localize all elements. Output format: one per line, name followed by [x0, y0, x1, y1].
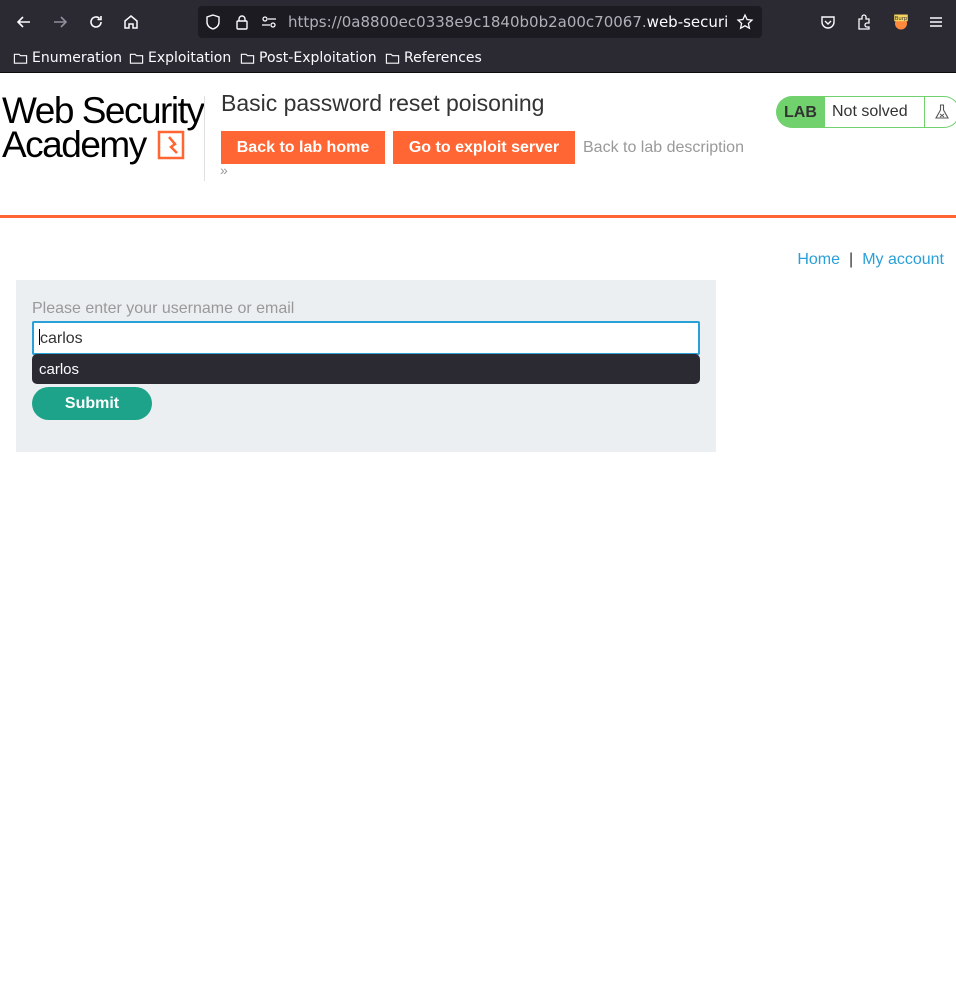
url-bar[interactable]: https://0a8800ec0338e9c1840b0b2a00c70067… [198, 6, 762, 38]
bookmark-label: Enumeration [32, 50, 122, 66]
logo-line2: Academy [2, 124, 147, 165]
folder-icon [129, 53, 144, 64]
username-label: Please enter your username or email [32, 300, 295, 317]
lightning-logo-icon [157, 130, 184, 160]
top-nav: Home | My account [797, 251, 944, 269]
back-to-lab-home-button[interactable]: Back to lab home [221, 131, 385, 164]
chevron-right-icon[interactable]: » [220, 162, 228, 178]
submit-button[interactable]: Submit [32, 387, 152, 420]
header-divider [204, 96, 205, 181]
browser-toolbar: https://0a8800ec0338e9c1840b0b2a00c70067… [0, 0, 956, 44]
menu-icon[interactable] [924, 10, 948, 34]
url-prefix: https://0a8800ec0338e9c1840b0b2a00c70067… [288, 13, 647, 31]
extensions-icon[interactable] [852, 10, 876, 34]
bookmark-label: References [404, 50, 482, 66]
folder-icon [240, 53, 255, 64]
username-input-value: carlos [40, 330, 83, 347]
burp-extension-label: Burp [895, 16, 908, 22]
nav-separator: | [849, 251, 854, 268]
bookmark-enumeration[interactable]: Enumeration [13, 49, 122, 67]
forgot-password-form: Please enter your username or email carl… [16, 280, 716, 452]
bookmark-references[interactable]: References [385, 49, 482, 67]
header-rule [0, 215, 956, 218]
bookmark-star-icon[interactable] [736, 13, 754, 31]
lab-title: Basic password reset poisoning [221, 90, 545, 116]
bookmarks-bar: Enumeration Exploitation Post-Exploitati… [0, 44, 956, 73]
web-security-academy-logo[interactable]: Web Security Academy [2, 90, 205, 166]
url-text[interactable]: https://0a8800ec0338e9c1840b0b2a00c70067… [288, 13, 728, 31]
bookmark-exploitation[interactable]: Exploitation [129, 49, 231, 67]
page: Web Security Academy Basic password rese… [0, 74, 956, 985]
username-input[interactable]: carlos [32, 321, 700, 355]
lab-label: LAB [784, 104, 817, 121]
lab-status-text: Not solved [825, 97, 924, 127]
autocomplete-option[interactable]: carlos [32, 354, 700, 384]
forward-icon[interactable] [48, 10, 72, 34]
home-icon[interactable] [119, 10, 143, 34]
bookmark-post-exploitation[interactable]: Post-Exploitation [240, 49, 377, 67]
back-to-lab-description-link[interactable]: Back to lab description [583, 139, 744, 157]
folder-icon [13, 53, 28, 64]
logo-line1: Web Security [2, 90, 205, 131]
autocomplete-option-label: carlos [39, 361, 80, 378]
bookmark-label: Post-Exploitation [259, 50, 377, 66]
reload-icon[interactable] [84, 10, 108, 34]
folder-icon [385, 53, 400, 64]
logo-line2-wrap: Academy [2, 126, 202, 163]
url-host: web-security-ac [646, 13, 728, 31]
bookmark-label: Exploitation [148, 50, 232, 66]
lock-icon[interactable] [233, 13, 251, 31]
my-account-link[interactable]: My account [862, 251, 944, 268]
lab-status-badge: LAB Not solved [776, 96, 956, 128]
go-to-exploit-server-button[interactable]: Go to exploit server [393, 131, 575, 164]
flask-icon [925, 97, 956, 127]
pocket-icon[interactable] [816, 10, 840, 34]
back-icon[interactable] [12, 10, 36, 34]
permissions-icon[interactable] [260, 13, 278, 31]
shield-icon[interactable] [204, 13, 222, 31]
burp-extension-icon[interactable]: Burp [889, 10, 913, 34]
home-link[interactable]: Home [797, 251, 840, 268]
